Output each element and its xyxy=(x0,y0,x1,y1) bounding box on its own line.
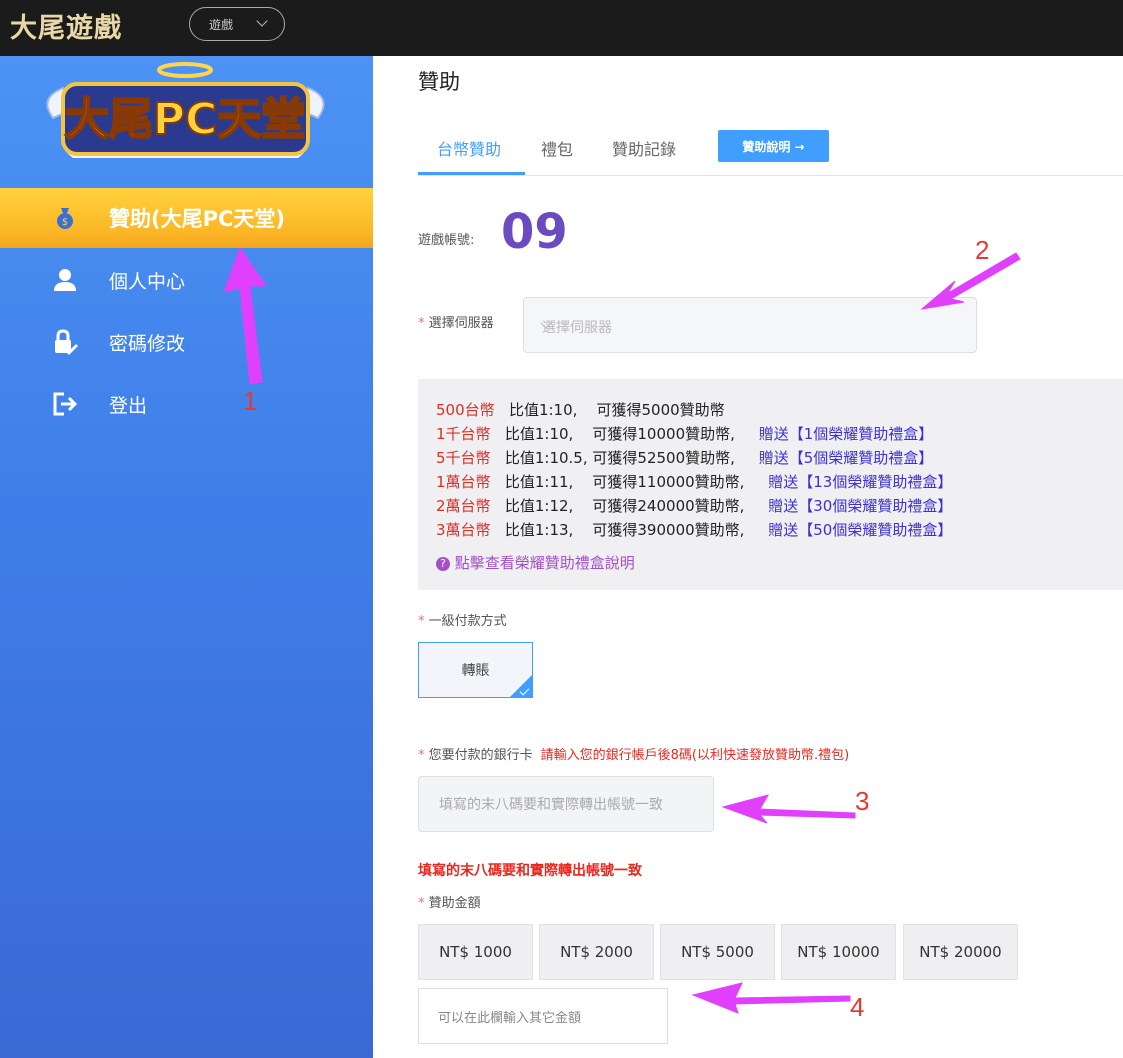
annotation-number-1: 1 xyxy=(243,386,258,416)
user-icon xyxy=(54,269,76,291)
rate-gain: 可獲得110000贊助幣, xyxy=(592,473,745,491)
annotation-number-3: 3 xyxy=(855,786,870,816)
payment-label-text: 一級付款方式 xyxy=(428,614,507,629)
rate-gain: 可獲得10000贊助幣, xyxy=(592,425,735,443)
main-content: 贊助 台幣贊助 禮包 贊助記錄 贊助說明 → 遊戲帳號: 09 * 選擇伺服器 … xyxy=(373,56,1123,1058)
logout-icon xyxy=(53,392,78,416)
rate-row: 500台幣 比值1:10, 可獲得5000贊助幣 xyxy=(436,399,725,423)
sponsor-help-button[interactable]: 贊助說明 → xyxy=(718,130,829,162)
rate-gain: 可獲得5000贊助幣 xyxy=(596,401,725,419)
gift-box-help-link[interactable]: ? 點擊查看榮耀贊助禮盒說明 xyxy=(436,552,635,573)
rate-gain: 可獲得390000贊助幣, xyxy=(592,521,745,539)
other-amount-placeholder: 可以在此欄輸入其它金額 xyxy=(438,1010,582,1026)
sidebar-item-label: 個人中心 xyxy=(109,270,186,293)
active-tab-indicator xyxy=(418,172,525,175)
rate-ratio: 比值1:10.5, xyxy=(504,449,588,467)
sidebar: 大尾PC天堂 $ 贊助(大尾PC天堂) 個人中心 密碼修改 登出 xyxy=(0,56,373,1058)
tab-twd-sponsor[interactable]: 台幣贊助 xyxy=(437,136,501,160)
rate-gain: 可獲得240000贊助幣, xyxy=(592,497,745,515)
rate-bonus: 贈送【13個榮耀贊助禮盒】 xyxy=(768,473,953,491)
bank-warning-text: 填寫的末八碼要和實際轉出帳號一致 xyxy=(418,863,642,879)
account-label: 遊戲帳號: xyxy=(418,233,475,248)
amount-option-20000[interactable]: NT$ 20000 xyxy=(903,924,1018,980)
server-field-label: * 選擇伺服器 xyxy=(418,312,494,331)
required-mark: * xyxy=(418,748,429,763)
question-circle-icon: ? xyxy=(436,557,450,571)
bank-hint-text: 請輸入您的銀行帳戶後8碼(以利快速發放贊助幣.禮包) xyxy=(540,748,850,763)
annotation-number-2: 2 xyxy=(975,235,990,265)
rate-row: 1萬台幣 比值1:11, 可獲得110000贊助幣, 贈送【13個榮耀贊助禮盒】 xyxy=(436,471,952,495)
payment-field-label: * 一級付款方式 xyxy=(418,610,507,629)
chevron-down-icon xyxy=(256,15,268,27)
tab-bar: 台幣贊助 禮包 贊助記錄 贊助說明 → xyxy=(418,116,1123,176)
rate-row: 2萬台幣 比值1:12, 可獲得240000贊助幣, 贈送【30個榮耀贊助禮盒】 xyxy=(436,495,952,519)
rate-ratio: 比值1:10, xyxy=(504,425,574,443)
required-mark: * xyxy=(418,614,429,629)
amount-field-label: * 贊助金額 xyxy=(418,892,481,911)
annotation-number-4: 4 xyxy=(850,992,865,1022)
amount-option-5000[interactable]: NT$ 5000 xyxy=(660,924,775,980)
rate-ratio: 比值1:13, xyxy=(504,521,574,539)
bank-label-text: 您要付款的銀行卡 xyxy=(428,748,533,763)
amount-option-10000[interactable]: NT$ 10000 xyxy=(781,924,896,980)
sidebar-item-password[interactable]: 密碼修改 xyxy=(0,312,373,372)
rate-bonus: 贈送【30個榮耀贊助禮盒】 xyxy=(768,497,953,515)
rate-gain: 可獲得52500贊助幣, xyxy=(592,449,735,467)
rate-row: 1千台幣 比值1:10, 可獲得10000贊助幣, 贈送【1個榮耀贊助禮盒】 xyxy=(436,423,933,447)
sidebar-item-label: 登出 xyxy=(109,394,148,417)
gift-box-help-text: 點擊查看榮耀贊助禮盒說明 xyxy=(454,554,635,572)
rate-ratio: 比值1:11, xyxy=(504,473,574,491)
rate-bonus: 贈送【50個榮耀贊助禮盒】 xyxy=(768,521,953,539)
bank-input-placeholder: 填寫的末八碼要和實際轉出帳號一致 xyxy=(439,797,663,813)
rate-row: 5千台幣 比值1:10.5, 可獲得52500贊助幣, 贈送【5個榮耀贊助禮盒】 xyxy=(436,447,933,471)
rate-amount: 1萬台幣 xyxy=(436,473,491,491)
page-title: 贊助 xyxy=(418,70,460,94)
required-mark: * xyxy=(418,896,429,911)
game-logo-text: 大尾PC天堂 xyxy=(65,94,306,145)
top-bar: 大尾遊戲 遊戲 xyxy=(0,0,1123,56)
tab-gift-pack[interactable]: 禮包 xyxy=(541,136,573,160)
game-logo-image: 大尾PC天堂 xyxy=(46,62,325,158)
bank-field-label: * 您要付款的銀行卡 請輸入您的銀行帳戶後8碼(以利快速發放贊助幣.禮包) xyxy=(418,744,849,763)
sidebar-item-logout[interactable]: 登出 xyxy=(0,374,373,434)
server-select-placeholder: 選擇伺服器 xyxy=(542,320,612,336)
lock-edit-icon xyxy=(55,329,78,355)
amount-option-2000[interactable]: NT$ 2000 xyxy=(539,924,654,980)
rate-amount: 2萬台幣 xyxy=(436,497,491,515)
rate-amount: 5千台幣 xyxy=(436,449,491,467)
sidebar-item-label: 贊助(大尾PC天堂) xyxy=(109,207,285,231)
bank-last8-input[interactable]: 填寫的末八碼要和實際轉出帳號一致 xyxy=(418,776,714,832)
rate-amount: 1千台幣 xyxy=(436,425,491,443)
payment-option-transfer[interactable]: 轉賬 xyxy=(418,642,533,698)
payment-option-label: 轉賬 xyxy=(461,663,490,679)
rate-ratio: 比值1:12, xyxy=(504,497,574,515)
rate-amount: 500台幣 xyxy=(436,401,495,419)
sidebar-item-label: 密碼修改 xyxy=(109,332,186,355)
rate-table: 500台幣 比值1:10, 可獲得5000贊助幣 1千台幣 比值1:10, 可獲… xyxy=(418,379,1123,590)
amount-option-1000[interactable]: NT$ 1000 xyxy=(418,924,533,980)
rate-row: 3萬台幣 比值1:13, 可獲得390000贊助幣, 贈送【50個榮耀贊助禮盒】 xyxy=(436,519,952,543)
sidebar-item-profile[interactable]: 個人中心 xyxy=(0,250,373,310)
svg-text:$: $ xyxy=(62,217,68,228)
rate-ratio: 比值1:10, xyxy=(508,401,578,419)
amount-label-text: 贊助金額 xyxy=(428,896,481,911)
rate-bonus: 贈送【1個榮耀贊助禮盒】 xyxy=(758,425,934,443)
rate-bonus: 贈送【5個榮耀贊助禮盒】 xyxy=(758,449,934,467)
sidebar-item-sponsor[interactable]: $ 贊助(大尾PC天堂) xyxy=(0,188,373,248)
tab-sponsor-records[interactable]: 贊助記錄 xyxy=(612,136,676,160)
account-value: 09 xyxy=(501,204,568,260)
money-bag-icon: $ xyxy=(57,208,73,229)
other-amount-input[interactable]: 可以在此欄輸入其它金額 xyxy=(418,988,668,1044)
brand-logo-text[interactable]: 大尾遊戲 xyxy=(10,6,122,45)
game-dropdown-label: 遊戲 xyxy=(209,17,234,32)
required-mark: * xyxy=(418,316,429,331)
server-select[interactable]: 選擇伺服器 xyxy=(523,297,977,353)
server-label-text: 選擇伺服器 xyxy=(428,316,494,331)
rate-amount: 3萬台幣 xyxy=(436,521,491,539)
game-dropdown[interactable]: 遊戲 xyxy=(189,7,285,41)
